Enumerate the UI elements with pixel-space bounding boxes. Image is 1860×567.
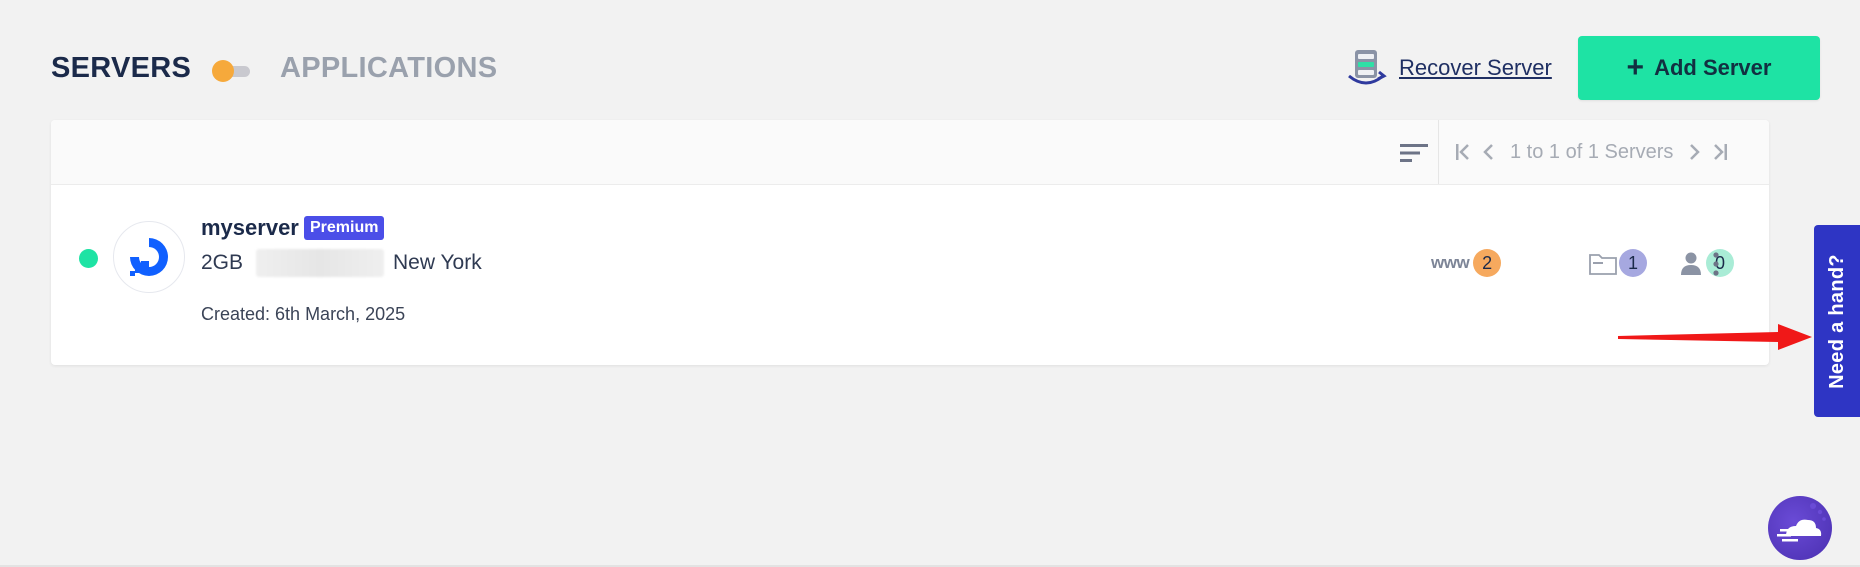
user-icon — [1681, 252, 1701, 275]
annotation-arrow-icon — [1618, 324, 1812, 350]
www-icon: www — [1431, 253, 1470, 272]
sort-lines-icon[interactable] — [1400, 142, 1428, 164]
panel-toolbar: 1 to 1 of 1 Servers — [51, 120, 1769, 185]
www-count: 2 — [1473, 249, 1502, 277]
premium-badge: Premium — [304, 216, 385, 240]
top-bar: SERVERS APPLICATIONS Recover Server + Ad… — [51, 36, 1860, 100]
www-stat[interactable]: www 2 — [1431, 248, 1502, 278]
recover-server-label: Recover Server — [1399, 55, 1552, 80]
first-page-icon[interactable] — [1450, 139, 1476, 165]
server-recover-icon — [1348, 50, 1387, 85]
apps-count: 1 — [1619, 249, 1647, 277]
next-page-icon[interactable] — [1681, 139, 1707, 165]
need-a-hand-tab[interactable]: Need a hand? — [1814, 225, 1860, 417]
status-indicator — [79, 249, 98, 268]
last-page-icon[interactable] — [1707, 139, 1733, 165]
servers-title[interactable]: SERVERS — [51, 52, 191, 85]
created-date: Created: 6th March, 2025 — [201, 304, 406, 324]
prev-page-icon[interactable] — [1476, 139, 1502, 165]
server-row[interactable]: myserver Premium 2GB New York Created: 6… — [51, 185, 1769, 365]
add-server-button[interactable]: + Add Server — [1578, 36, 1820, 100]
chat-cloud-icon[interactable] — [1768, 496, 1832, 560]
kebab-menu-icon[interactable] — [1706, 249, 1726, 279]
need-a-hand-label: Need a hand? — [1825, 253, 1848, 389]
server-size: 2GB — [201, 251, 244, 274]
apps-stat[interactable]: 1 — [1589, 248, 1647, 278]
ip-address-redacted — [256, 249, 384, 277]
digitalocean-logo — [113, 221, 185, 293]
pagination: 1 to 1 of 1 Servers — [1450, 120, 1733, 184]
recover-server-link[interactable]: Recover Server — [1345, 48, 1552, 88]
plus-icon: + — [1626, 51, 1645, 84]
server-name[interactable]: myserver — [201, 215, 299, 241]
toggle-knob — [212, 60, 234, 82]
folder-icon — [1589, 254, 1617, 275]
servers-panel: 1 to 1 of 1 Servers myserver Premium 2GB… — [51, 120, 1769, 365]
toolbar-divider — [1438, 120, 1439, 184]
add-server-label: Add Server — [1654, 55, 1772, 80]
view-toggle[interactable] — [212, 60, 252, 82]
server-location: New York — [393, 251, 482, 274]
pagination-text: 1 to 1 of 1 Servers — [1510, 140, 1674, 163]
applications-title[interactable]: APPLICATIONS — [280, 52, 497, 85]
